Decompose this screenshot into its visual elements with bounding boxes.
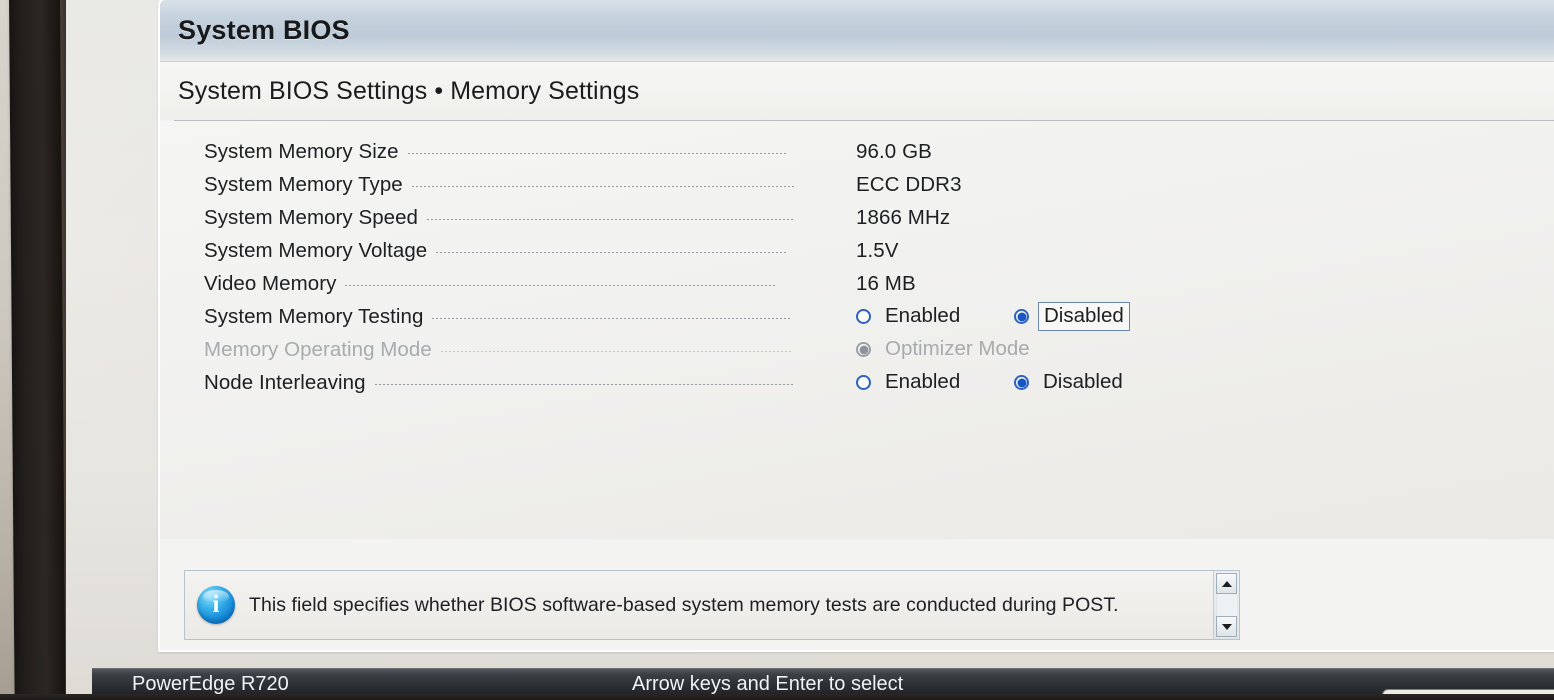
monitor-photo: System BIOS System BIOS Settings • Memor… (0, 0, 1554, 700)
leader-line (411, 186, 794, 187)
radio-label: Enabled (885, 370, 961, 393)
setting-row-system-memory-type: System Memory Type ECC DDR3 (160, 168, 1554, 201)
monitor-bezel-bottom (0, 694, 1554, 700)
setting-row-video-memory: Video Memory 16 MB (160, 267, 1554, 300)
leader-line (374, 384, 793, 385)
setting-row-system-memory-speed: System Memory Speed 1866 MHz (160, 201, 1554, 234)
setting-label: Node Interleaving (204, 370, 366, 394)
leader-line (440, 351, 793, 352)
settings-list: System Memory Size 96.0 GB System Memory… (160, 121, 1554, 539)
radio-label: Enabled (885, 304, 961, 327)
scroll-up-arrow-icon (1221, 580, 1232, 587)
setting-label: Video Memory (204, 271, 337, 295)
setting-row-system-memory-voltage: System Memory Voltage 1.5V (160, 234, 1554, 267)
system-model-label: PowerEdge R720 (132, 673, 289, 695)
setting-value: 96.0 GB (856, 139, 932, 163)
setting-label: System Memory Testing (204, 304, 424, 328)
help-scrollbar[interactable] (1213, 571, 1239, 639)
setting-value: ECC DDR3 (856, 172, 962, 196)
setting-row-node-interleaving[interactable]: Node Interleaving Enabled Disabled (160, 366, 1554, 399)
setting-value: 1866 MHz (856, 205, 951, 229)
radio-button (856, 342, 871, 357)
leader-line (427, 219, 794, 220)
leader-line (436, 252, 789, 253)
radio-button[interactable] (856, 309, 871, 324)
radio-option-node-interleaving-disabled[interactable]: Disabled (1014, 369, 1128, 396)
bios-window: System BIOS System BIOS Settings • Memor… (158, 0, 1554, 652)
monitor-screen: System BIOS System BIOS Settings • Memor… (66, 0, 1554, 700)
leader-line (345, 285, 778, 286)
help-icon-cell (185, 571, 247, 639)
setting-row-system-memory-testing[interactable]: System Memory Testing Enabled Disabled (160, 300, 1554, 333)
breadcrumb-text: System BIOS Settings • Memory Settings (178, 76, 640, 105)
scroll-up-button[interactable] (1216, 573, 1237, 594)
radio-label: Disabled (1043, 370, 1123, 393)
page-title: System BIOS (178, 15, 350, 45)
scroll-down-arrow-icon (1221, 623, 1232, 630)
setting-label: System Memory Speed (204, 205, 418, 229)
radio-label: Disabled (1038, 302, 1130, 331)
setting-value: 1.5V (856, 238, 899, 262)
setting-row-memory-operating-mode: Memory Operating Mode Optimizer Mode (160, 333, 1554, 366)
help-panel: This field specifies whether BIOS softwa… (184, 570, 1240, 640)
scrollbar-track[interactable] (1216, 594, 1237, 616)
radio-option-optimizer-mode: Optimizer Mode (856, 336, 1035, 363)
window-titlebar: System BIOS (160, 0, 1554, 62)
leader-line (432, 318, 793, 319)
help-text-cell: This field specifies whether BIOS softwa… (247, 571, 1213, 639)
scroll-down-button[interactable] (1216, 616, 1237, 637)
breadcrumb: System BIOS Settings • Memory Settings (160, 62, 1554, 120)
setting-label: Memory Operating Mode (204, 337, 432, 361)
setting-label: System Memory Voltage (204, 238, 428, 262)
radio-option-memory-testing-disabled[interactable]: Disabled (1014, 302, 1130, 331)
setting-value: 16 MB (856, 271, 916, 295)
help-text: This field specifies whether BIOS softwa… (249, 593, 1119, 616)
navigation-hint: Arrow keys and Enter to select (632, 673, 904, 695)
leader-line (407, 153, 788, 154)
radio-option-memory-testing-enabled[interactable]: Enabled (856, 303, 965, 330)
radio-button[interactable] (1014, 375, 1029, 390)
setting-row-system-memory-size: System Memory Size 96.0 GB (160, 135, 1554, 168)
radio-button[interactable] (1014, 309, 1029, 324)
setting-label: System Memory Size (204, 139, 399, 163)
radio-option-node-interleaving-enabled[interactable]: Enabled (856, 369, 965, 396)
radio-label: Optimizer Mode (885, 337, 1030, 360)
radio-button[interactable] (856, 375, 871, 390)
info-icon (197, 586, 235, 624)
setting-label: System Memory Type (204, 172, 403, 196)
